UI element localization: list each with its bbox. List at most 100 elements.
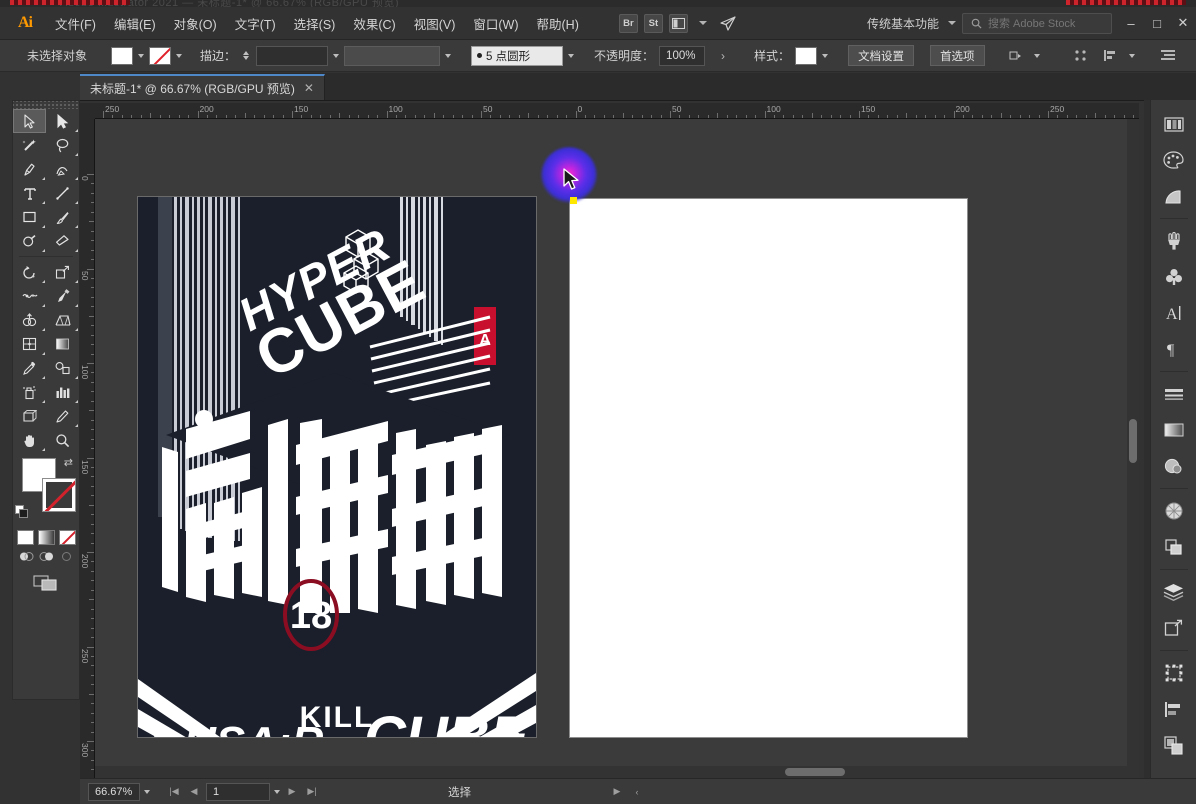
menu-help[interactable]: 帮助(H)	[528, 10, 588, 37]
panel-asset-export-icon[interactable]	[1159, 730, 1189, 760]
type-tool[interactable]	[13, 181, 46, 205]
lasso-tool[interactable]	[46, 133, 79, 157]
gradient-tool[interactable]	[46, 332, 79, 356]
eyedropper-tool[interactable]	[13, 356, 46, 380]
zoom-dropdown-icon[interactable]	[144, 789, 150, 794]
document-setup-button[interactable]: 文档设置	[848, 45, 915, 66]
transform-icon[interactable]	[1071, 47, 1089, 65]
graphic-style-swatch[interactable]	[795, 46, 818, 65]
brush-definition-select[interactable]: 5 点圆形	[471, 45, 564, 66]
stroke-color-swatch[interactable]	[149, 46, 172, 65]
rotate-tool[interactable]	[13, 260, 46, 284]
fill-color-swatch[interactable]	[111, 46, 134, 65]
zoom-tool[interactable]	[46, 428, 79, 452]
chevron-down-icon[interactable]	[694, 14, 713, 33]
panel-transform-icon[interactable]	[1159, 658, 1189, 688]
align-dropdown-icon[interactable]	[1129, 53, 1135, 58]
more-options-icon[interactable]	[1159, 47, 1177, 65]
menu-edit[interactable]: 编辑(E)	[105, 10, 165, 37]
document-tab[interactable]: 未标题-1* @ 66.67% (RGB/GPU 预览) ✕	[80, 74, 325, 100]
stroke-weight-stepper[interactable]	[243, 51, 250, 60]
play-icon[interactable]: ▶	[609, 783, 625, 801]
select-similar-dropdown-icon[interactable]	[1033, 53, 1040, 58]
color-mode-solid[interactable]	[16, 530, 34, 545]
next-page-icon[interactable]: ▶	[284, 783, 300, 801]
brush-definition-dropdown-icon[interactable]	[568, 53, 575, 58]
share-icon[interactable]	[719, 14, 738, 33]
panel-paragraph-icon[interactable]: ¶	[1159, 334, 1189, 364]
mesh-tool[interactable]	[13, 332, 46, 356]
panel-character-icon[interactable]: A	[1159, 298, 1189, 328]
page-dropdown-icon[interactable]	[274, 789, 280, 794]
horizontal-ruler[interactable]: 250 200 150 100 50 0 50 100 150 200 250	[95, 103, 1139, 119]
artwork-poster[interactable]: HYPER CUBE A 18 KILL	[138, 197, 536, 737]
panel-artboards-icon[interactable]	[1159, 613, 1189, 643]
toolbar-stroke-swatch[interactable]	[42, 478, 76, 512]
bridge-icon[interactable]: Br	[618, 13, 638, 33]
panel-transparency-icon[interactable]	[1159, 496, 1189, 526]
last-page-icon[interactable]: ▶|	[304, 783, 320, 801]
blend-tool[interactable]	[46, 356, 79, 380]
preferences-button[interactable]: 首选项	[930, 45, 985, 66]
stock-search-input[interactable]: 搜索 Adobe Stock	[962, 12, 1112, 34]
menu-type[interactable]: 文字(T)	[226, 10, 285, 37]
canvas-area[interactable]: HYPER CUBE A 18 KILL	[95, 119, 1139, 778]
stroke-profile-dropdown-icon[interactable]	[445, 53, 452, 58]
color-mode-none[interactable]	[58, 530, 76, 545]
symbol-sprayer-tool[interactable]	[13, 380, 46, 404]
opacity-field[interactable]: 100%	[659, 45, 706, 66]
canvas-vertical-scrollbar[interactable]	[1127, 119, 1139, 778]
horizontal-scrollbar-thumb[interactable]	[785, 768, 845, 776]
shaper-tool[interactable]	[13, 229, 46, 253]
vertical-scrollbar-thumb[interactable]	[1129, 419, 1137, 463]
column-graph-tool[interactable]	[46, 380, 79, 404]
panel-symbols-icon[interactable]	[1159, 262, 1189, 292]
artboard-blank[interactable]	[570, 199, 967, 737]
menu-object[interactable]: 对象(O)	[165, 10, 226, 37]
first-page-icon[interactable]: |◀	[166, 783, 182, 801]
direct-selection-tool[interactable]	[46, 109, 79, 133]
page-number-field[interactable]: 1	[206, 782, 270, 801]
stroke-weight-field[interactable]	[256, 45, 329, 66]
menu-select[interactable]: 选择(S)	[285, 10, 345, 37]
stroke-weight-dropdown-icon[interactable]	[333, 53, 340, 58]
align-icon[interactable]	[1102, 47, 1120, 65]
draw-behind-icon[interactable]	[39, 550, 54, 563]
panel-pathfinder-icon[interactable]	[1159, 532, 1189, 562]
artboard-tool[interactable]	[13, 404, 46, 428]
panel-stroke-icon[interactable]	[1159, 379, 1189, 409]
shape-builder-tool[interactable]	[13, 308, 46, 332]
arrange-documents-icon[interactable]	[668, 13, 688, 33]
magic-wand-tool[interactable]	[13, 133, 46, 157]
draw-inside-icon[interactable]	[59, 550, 74, 563]
vertical-ruler[interactable]: 0 50 100 150 200 250 300	[80, 119, 95, 778]
zoom-level-field[interactable]: 66.67%	[88, 782, 140, 801]
panel-libraries-icon[interactable]	[1159, 109, 1189, 139]
expand-icon[interactable]: ‹	[629, 783, 645, 801]
free-transform-tool[interactable]	[46, 284, 79, 308]
panel-appearance-icon[interactable]	[1159, 451, 1189, 481]
pen-tool[interactable]	[13, 157, 46, 181]
hand-tool[interactable]	[13, 428, 46, 452]
default-fill-stroke-icon[interactable]	[15, 505, 28, 518]
curvature-tool[interactable]	[46, 157, 79, 181]
draw-normal-icon[interactable]	[19, 550, 34, 563]
window-minimize-button[interactable]: –	[1118, 11, 1144, 35]
tools-panel-grip[interactable]	[13, 101, 79, 109]
opacity-options-icon[interactable]: ›	[714, 47, 732, 65]
graphic-style-dropdown-icon[interactable]	[822, 53, 829, 58]
window-close-button[interactable]: ✕	[1170, 11, 1196, 35]
rectangle-tool[interactable]	[13, 205, 46, 229]
scale-tool[interactable]	[46, 260, 79, 284]
eraser-tool[interactable]	[46, 229, 79, 253]
width-tool[interactable]	[13, 284, 46, 308]
prev-page-icon[interactable]: ◀	[186, 783, 202, 801]
change-screen-mode-icon[interactable]	[33, 572, 59, 592]
workspace-switcher[interactable]: 传统基本功能	[863, 15, 956, 32]
menu-window[interactable]: 窗口(W)	[464, 10, 527, 37]
panel-color-icon[interactable]	[1159, 145, 1189, 175]
fill-dropdown-icon[interactable]	[138, 53, 145, 58]
panel-color-guide-icon[interactable]	[1159, 181, 1189, 211]
menu-file[interactable]: 文件(F)	[46, 10, 105, 37]
panel-brushes-icon[interactable]	[1159, 226, 1189, 256]
